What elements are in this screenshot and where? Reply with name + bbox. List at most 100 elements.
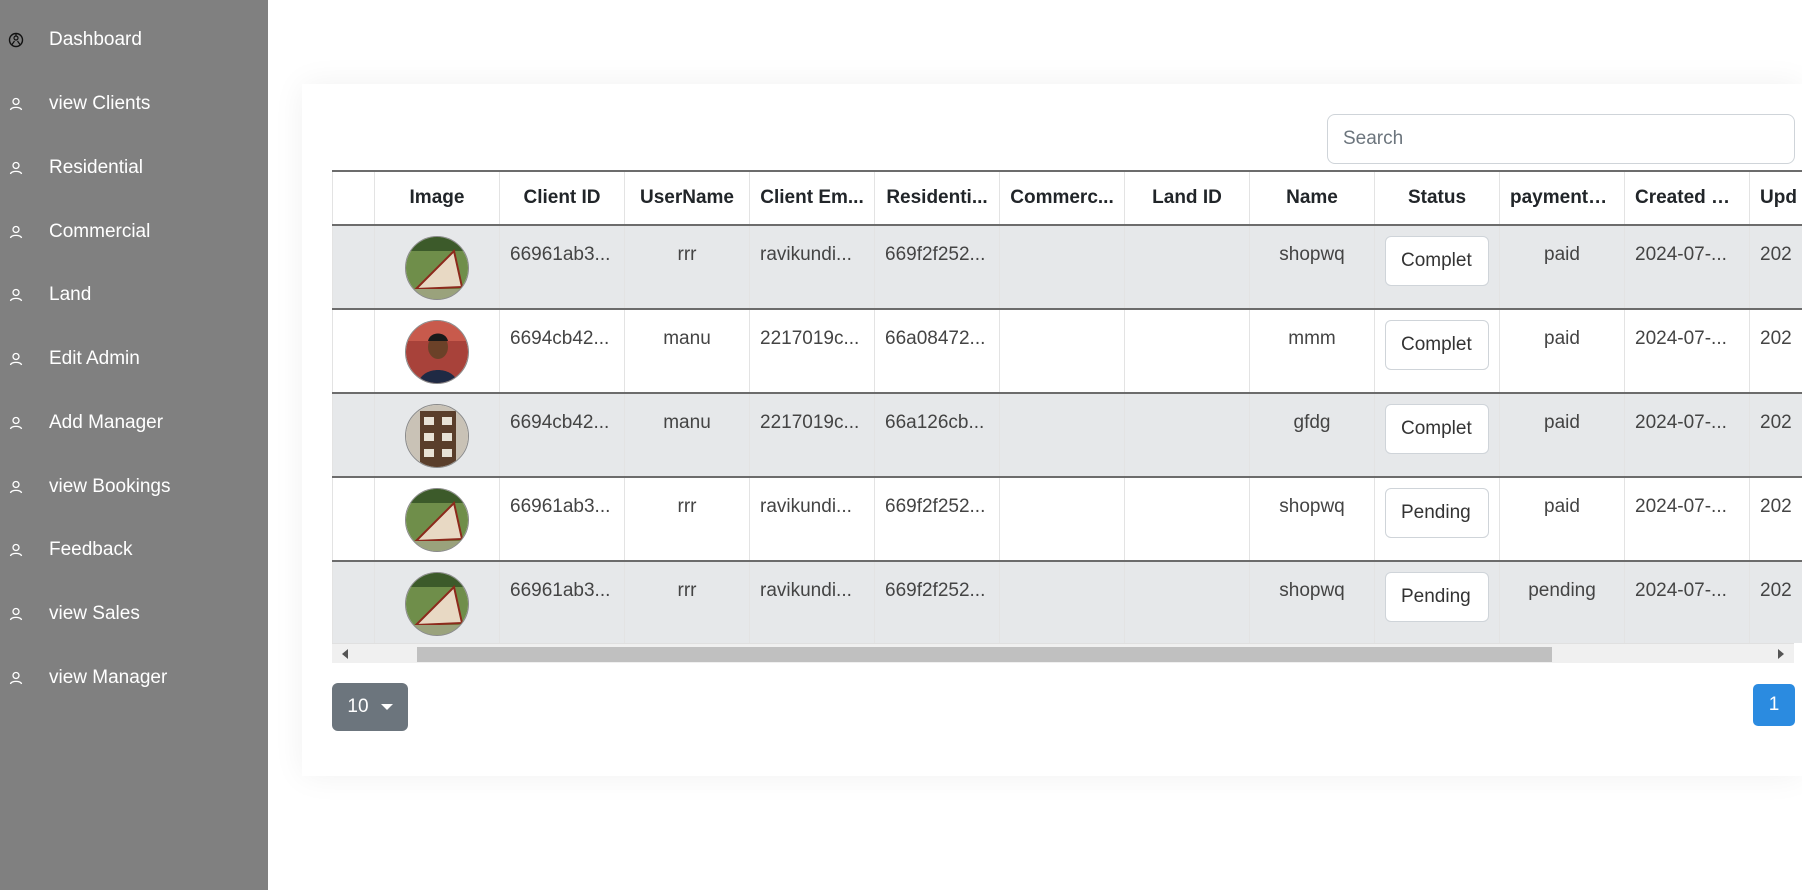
payment-cell: paid (1499, 477, 1625, 562)
column-header-updated[interactable]: Upd (1749, 170, 1802, 226)
payment-cell: paid (1499, 225, 1625, 310)
status-input[interactable] (1385, 404, 1489, 454)
land-id-cell (1124, 561, 1250, 643)
column-header-commercial[interactable]: Commerc... (999, 170, 1125, 226)
column-header-name[interactable]: Name (1249, 170, 1375, 226)
residential-cell: 66a126cb... (874, 393, 1000, 478)
bookings-table: Image Client ID UserName Client Em... Re… (332, 170, 1802, 643)
sidebar-item-label: Commercial (49, 221, 151, 242)
created-date-cell: 2024-07-... (1624, 225, 1750, 310)
column-header-created-date[interactable]: Created D... (1624, 170, 1750, 226)
column-header-residential[interactable]: Residenti... (874, 170, 1000, 226)
column-header-payment[interactable]: payment_... (1499, 170, 1625, 226)
user-icon (8, 96, 24, 112)
username-cell: manu (624, 393, 750, 478)
image-cell (374, 561, 500, 643)
client-email-cell: 2217019c... (749, 393, 875, 478)
sidebar-item-label: view Sales (49, 603, 140, 624)
sidebar-item-view-bookings[interactable]: view Bookings (0, 467, 268, 507)
residential-cell: 669f2f252... (874, 561, 1000, 643)
user-icon (8, 606, 24, 622)
column-header-status[interactable]: Status (1374, 170, 1500, 226)
image-cell (374, 225, 500, 310)
created-date-cell: 2024-07-... (1624, 393, 1750, 478)
updated-date-cell: 202 (1749, 225, 1802, 310)
user-icon (8, 479, 24, 495)
page-button-current[interactable]: 1 (1753, 684, 1795, 726)
client-email-cell: ravikundi... (749, 225, 875, 310)
name-cell: shopwq (1249, 477, 1375, 562)
updated-date-cell: 202 (1749, 393, 1802, 478)
status-input[interactable] (1385, 572, 1489, 622)
table-scroll-container[interactable]: Image Client ID UserName Client Em... Re… (332, 170, 1802, 643)
username-cell: rrr (624, 225, 750, 310)
sidebar-item-label: Add Manager (49, 412, 164, 433)
sidebar: Dashboard view Clients Residential Comme… (0, 0, 268, 890)
sidebar-item-view-sales[interactable]: view Sales (0, 594, 268, 634)
search-input[interactable] (1327, 114, 1795, 164)
sidebar-item-label: Feedback (49, 539, 133, 560)
payment-cell: pending (1499, 561, 1625, 643)
image-cell (374, 309, 500, 394)
scroll-right-arrow-icon[interactable] (1778, 649, 1784, 659)
scroll-left-arrow-icon[interactable] (342, 649, 348, 659)
dashboard-icon (8, 32, 24, 48)
commercial-cell (999, 225, 1125, 310)
status-cell (1374, 561, 1500, 643)
name-cell: shopwq (1249, 225, 1375, 310)
table-row: 6694cb42... manu 2217019c... 66a126cb...… (332, 393, 1802, 478)
column-header-client-id[interactable]: Client ID (499, 170, 625, 226)
column-header-land-id[interactable]: Land ID (1124, 170, 1250, 226)
page-size-dropdown[interactable]: 10 (332, 683, 408, 731)
column-header-image[interactable]: Image (374, 170, 500, 226)
caret-down-icon (380, 704, 393, 710)
status-cell (1374, 477, 1500, 562)
image-cell (374, 477, 500, 562)
app-root: Dashboard view Clients Residential Comme… (0, 0, 1802, 890)
user-icon (8, 415, 24, 431)
client-id-cell: 66961ab3... (499, 225, 625, 310)
commercial-cell (999, 477, 1125, 562)
sidebar-item-residential[interactable]: Residential (0, 148, 268, 188)
sidebar-item-feedback[interactable]: Feedback (0, 530, 268, 570)
horizontal-scrollbar[interactable] (332, 643, 1794, 663)
land-id-cell (1124, 225, 1250, 310)
status-input[interactable] (1385, 488, 1489, 538)
residential-cell: 669f2f252... (874, 225, 1000, 310)
row-select-cell (332, 561, 375, 643)
table-row: 66961ab3... rrr ravikundi... 669f2f252..… (332, 561, 1802, 643)
status-cell (1374, 393, 1500, 478)
sidebar-item-dashboard[interactable]: Dashboard (0, 20, 268, 60)
column-header-username[interactable]: UserName (624, 170, 750, 226)
sidebar-item-add-manager[interactable]: Add Manager (0, 403, 268, 443)
status-input[interactable] (1385, 320, 1489, 370)
sidebar-item-land[interactable]: Land (0, 275, 268, 315)
user-icon (8, 670, 24, 686)
sidebar-item-label: Dashboard (49, 29, 142, 50)
sidebar-item-label: view Bookings (49, 476, 171, 497)
image-cell (374, 393, 500, 478)
column-header-client-email[interactable]: Client Em... (749, 170, 875, 226)
sidebar-item-edit-admin[interactable]: Edit Admin (0, 339, 268, 379)
client-id-cell: 66961ab3... (499, 561, 625, 643)
sidebar-item-label: Edit Admin (49, 348, 140, 369)
row-select-cell (332, 225, 375, 310)
scrollbar-thumb[interactable] (417, 647, 1552, 662)
client-email-cell: ravikundi... (749, 561, 875, 643)
name-cell: gfdg (1249, 393, 1375, 478)
column-header-select[interactable] (332, 170, 375, 226)
username-cell: rrr (624, 477, 750, 562)
sidebar-item-view-manager[interactable]: view Manager (0, 658, 268, 698)
name-cell: shopwq (1249, 561, 1375, 643)
sidebar-item-label: view Clients (49, 93, 151, 114)
client-email-cell: 2217019c... (749, 309, 875, 394)
sidebar-item-view-clients[interactable]: view Clients (0, 84, 268, 124)
plot-photo-thumbnail (405, 488, 469, 552)
created-date-cell: 2024-07-... (1624, 309, 1750, 394)
status-input[interactable] (1385, 236, 1489, 286)
sidebar-item-commercial[interactable]: Commercial (0, 212, 268, 252)
plot-photo-thumbnail (405, 572, 469, 636)
status-cell (1374, 225, 1500, 310)
residential-cell: 66a08472... (874, 309, 1000, 394)
status-cell (1374, 309, 1500, 394)
